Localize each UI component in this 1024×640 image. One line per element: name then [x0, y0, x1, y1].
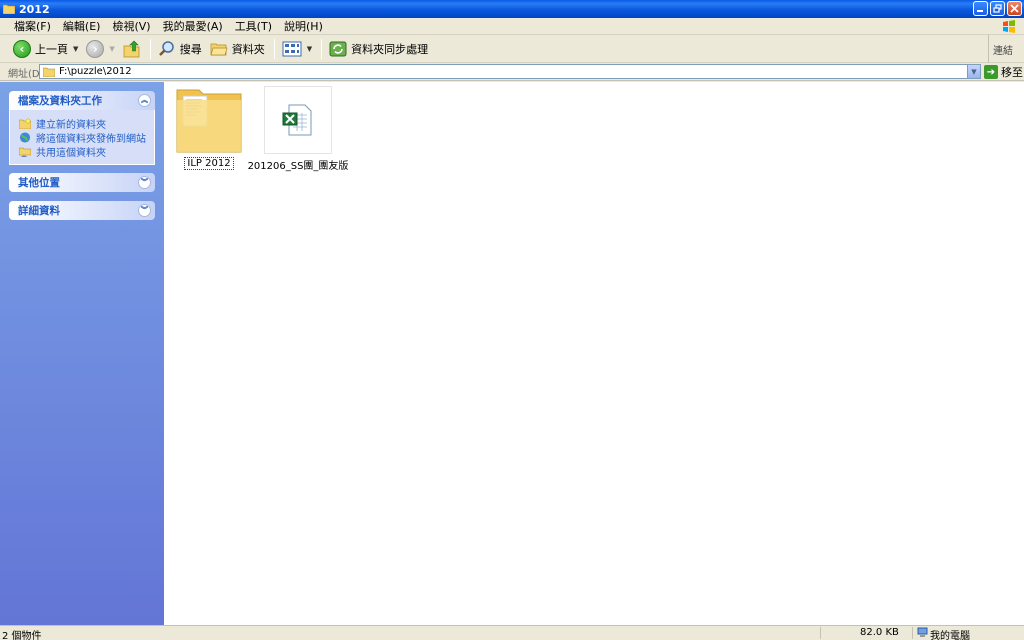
- new-folder-icon: [19, 118, 31, 129]
- links-toolbar[interactable]: 連結: [988, 35, 1024, 63]
- folders-label: 資料夾: [231, 42, 265, 56]
- menu-view[interactable]: 檢視(V): [106, 18, 156, 34]
- restore-icon: [993, 4, 1002, 13]
- file-item-folder[interactable]: ILP 2012: [174, 86, 244, 170]
- window-title: 2012: [19, 2, 50, 16]
- file-tasks-title: 檔案及資料夾工作: [18, 95, 102, 107]
- sync-icon: [329, 41, 347, 56]
- status-separator: [912, 627, 913, 639]
- task-share-folder-label: 共用這個資料夾: [36, 147, 106, 159]
- status-bar: 2 個物件 82.0 KB 我的電腦: [0, 625, 1024, 640]
- toolbar-separator: [273, 38, 275, 59]
- forward-dropdown-icon[interactable]: ▼: [109, 45, 114, 53]
- toolbar-separator: [149, 38, 151, 59]
- address-dropdown-button[interactable]: ▼: [967, 65, 980, 78]
- back-arrow-icon: ‹: [13, 39, 31, 58]
- globe-icon: [19, 131, 31, 143]
- views-button[interactable]: ▼: [279, 37, 315, 61]
- details-header[interactable]: 詳細資料 ︾: [9, 201, 155, 220]
- expand-icon[interactable]: ︾: [138, 204, 151, 217]
- menu-bar: 檔案(F) 編輯(E) 檢視(V) 我的最愛(A) 工具(T) 說明(H): [0, 18, 1024, 35]
- other-places-panel: 其他位置 ︾: [9, 173, 155, 192]
- close-icon: [1010, 4, 1019, 13]
- folder-icon: [176, 89, 242, 153]
- task-pane: 檔案及資料夾工作 ︽ 建立新的資料夾 將這個資料夾發佈到網站 共用這個資料夾 其…: [0, 82, 164, 625]
- go-arrow-icon: ➔: [984, 65, 998, 79]
- status-object-count: 2 個物件: [2, 631, 42, 640]
- title-bar: 2012: [0, 0, 1024, 18]
- file-name: 201206_SS團_團友版: [247, 161, 349, 172]
- status-size: 82.0 KB: [860, 627, 899, 638]
- file-list[interactable]: ILP 2012 201206_SS團_團友版: [164, 82, 1024, 625]
- my-computer-icon: [917, 627, 928, 637]
- folders-button[interactable]: 資料夾: [207, 37, 268, 61]
- excel-thumbnail: [264, 86, 332, 154]
- details-panel: 詳細資料 ︾: [9, 201, 155, 220]
- file-name: ILP 2012: [184, 157, 234, 170]
- excel-file-icon: [282, 104, 312, 136]
- menu-edit[interactable]: 編輯(E): [57, 18, 107, 34]
- toolbar-separator: [321, 38, 323, 59]
- details-title: 詳細資料: [18, 205, 60, 217]
- menu-favorites[interactable]: 我的最愛(A): [157, 18, 229, 34]
- file-tasks-header[interactable]: 檔案及資料夾工作 ︽: [9, 91, 155, 110]
- restore-button[interactable]: [990, 1, 1005, 16]
- status-location: 我的電腦: [930, 631, 970, 640]
- minimize-button[interactable]: [973, 1, 988, 16]
- toolbar: ‹ 上一頁 ▼ › ▼ 搜尋 資料夾 ▼ 資料夾同步處理: [0, 35, 1024, 63]
- minimize-icon: [977, 10, 983, 12]
- forward-button[interactable]: › ▼: [83, 37, 117, 61]
- address-bar: 網址(D) F:\puzzle\2012 ▼ ➔ 移至: [0, 63, 1024, 81]
- up-folder-button[interactable]: [120, 37, 144, 61]
- back-label: 上一頁: [35, 42, 68, 56]
- go-label: 移至: [1001, 66, 1023, 79]
- search-label: 搜尋: [179, 42, 202, 56]
- back-button[interactable]: ‹ 上一頁 ▼: [10, 37, 81, 61]
- address-value: F:\puzzle\2012: [59, 66, 132, 77]
- folder-icon: [43, 67, 55, 77]
- collapse-icon[interactable]: ︽: [138, 94, 151, 107]
- folder-sync-label: 資料夾同步處理: [351, 42, 429, 56]
- windows-logo-icon: [1003, 20, 1015, 33]
- links-label: 連結: [993, 45, 1013, 57]
- address-input[interactable]: F:\puzzle\2012 ▼: [39, 64, 981, 79]
- views-dropdown-icon[interactable]: ▼: [307, 45, 312, 53]
- views-icon: [282, 41, 302, 56]
- task-publish-web[interactable]: 將這個資料夾發佈到網站: [19, 130, 146, 145]
- task-new-folder[interactable]: 建立新的資料夾: [19, 116, 146, 131]
- shared-folder-icon: [19, 147, 31, 157]
- folder-icon: [3, 4, 15, 14]
- status-separator: [820, 627, 821, 639]
- search-button[interactable]: 搜尋: [155, 37, 205, 61]
- forward-arrow-icon: ›: [86, 39, 105, 58]
- close-button[interactable]: [1007, 1, 1022, 16]
- other-places-title: 其他位置: [18, 177, 60, 189]
- task-new-folder-label: 建立新的資料夾: [36, 119, 106, 131]
- file-tasks-panel: 檔案及資料夾工作 ︽ 建立新的資料夾 將這個資料夾發佈到網站 共用這個資料夾: [9, 91, 155, 165]
- menu-file[interactable]: 檔案(F): [8, 18, 57, 34]
- search-icon: [158, 40, 174, 56]
- folders-icon: [210, 43, 228, 55]
- menu-tools[interactable]: 工具(T): [229, 18, 278, 34]
- task-publish-web-label: 將這個資料夾發佈到網站: [36, 133, 146, 145]
- go-button[interactable]: ➔ 移至: [984, 64, 1023, 80]
- file-item-excel[interactable]: 201206_SS團_團友版: [248, 86, 348, 172]
- file-tasks-body: 建立新的資料夾 將這個資料夾發佈到網站 共用這個資料夾: [9, 110, 155, 165]
- folder-sync-button[interactable]: 資料夾同步處理: [326, 37, 431, 61]
- expand-icon[interactable]: ︾: [138, 176, 151, 189]
- menu-help[interactable]: 說明(H): [278, 18, 329, 34]
- task-share-folder[interactable]: 共用這個資料夾: [19, 144, 146, 159]
- other-places-header[interactable]: 其他位置 ︾: [9, 173, 155, 192]
- up-folder-icon: [123, 40, 140, 57]
- back-dropdown-icon[interactable]: ▼: [73, 45, 78, 53]
